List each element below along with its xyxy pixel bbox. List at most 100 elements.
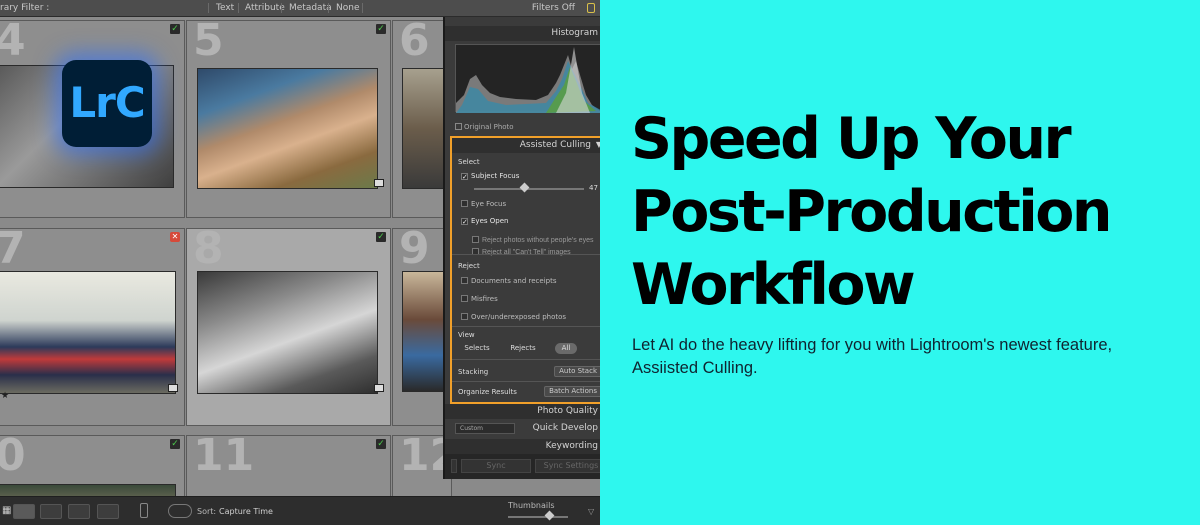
subject-focus-slider-track[interactable]: [474, 188, 584, 190]
people-view-button[interactable]: [97, 504, 119, 519]
checkbox-icon[interactable]: [461, 200, 468, 207]
sort-direction-icon[interactable]: [168, 504, 192, 518]
edit-badge-icon: [374, 384, 384, 392]
pick-flag-icon[interactable]: ✓: [170, 24, 180, 34]
pick-flag-icon[interactable]: ✓: [170, 439, 180, 449]
survey-view-button[interactable]: [68, 504, 90, 519]
filter-attribute-tab[interactable]: Attribute: [245, 3, 285, 13]
keywording-title: Keywording: [545, 441, 598, 451]
painter-icon[interactable]: [140, 503, 148, 518]
filter-none-tab[interactable]: None: [336, 3, 359, 13]
library-filter-label: rary Filter :: [0, 3, 50, 13]
stacking-label: Stacking: [458, 368, 489, 376]
checkbox-icon[interactable]: [461, 313, 468, 320]
subject-focus-label: Subject Focus: [471, 172, 520, 180]
view-all-button[interactable]: All: [555, 343, 577, 354]
headline-line-2: Post-Production: [631, 179, 1113, 245]
auto-stack-button[interactable]: Auto Stack: [554, 366, 600, 377]
collapse-arrow-icon[interactable]: ▼: [596, 140, 600, 149]
thumbnail-image[interactable]: [197, 68, 378, 189]
grid-cell[interactable]: 8 ✓: [186, 223, 391, 426]
grid-cell[interactable]: 0 ✓: [0, 430, 185, 514]
subtitle: Let AI do the heavy lifting for you with…: [632, 336, 1113, 377]
sync-bar: Sync Sync Settings: [445, 454, 600, 479]
sort-dropdown[interactable]: Capture Time: [219, 507, 273, 516]
pick-flag-icon[interactable]: ✓: [376, 439, 386, 449]
library-filter-bar: rary Filter : Text Attribute Metadata No…: [0, 0, 600, 17]
subject-focus-value[interactable]: 47: [589, 184, 598, 192]
reject-flag-icon[interactable]: ✕: [170, 232, 180, 242]
section-divider: [452, 359, 600, 360]
original-photo-label: Original Photo: [464, 123, 514, 131]
cell-number: 0: [0, 430, 26, 481]
view-selects-button[interactable]: Selects: [462, 343, 492, 354]
reject-section-label: Reject: [458, 262, 480, 270]
thumbnail-size-slider[interactable]: [508, 516, 568, 518]
filter-metadata-tab[interactable]: Metadata: [289, 3, 332, 13]
section-divider: [452, 381, 600, 382]
thumbnail-image[interactable]: [0, 271, 176, 394]
cell-number: 11: [193, 430, 255, 481]
compare-view-button[interactable]: [40, 504, 62, 519]
documents-label: Documents and receipts: [471, 277, 557, 285]
loupe-view-button[interactable]: [13, 504, 35, 519]
filter-text-tab[interactable]: Text: [216, 3, 234, 13]
bottom-toolbar: ▦ Sort: Capture Time Thumbnails ▽: [0, 496, 600, 525]
cell-number: 4: [0, 15, 26, 66]
sync-button[interactable]: Sync: [461, 459, 531, 473]
grid-cell[interactable]: 5 ✓: [186, 15, 391, 218]
subject-focus-option[interactable]: ✓ Subject Focus: [461, 172, 520, 181]
view-section-label: View: [458, 331, 475, 339]
edit-badge-icon: [168, 384, 178, 392]
eyes-open-option[interactable]: ✓ Eyes Open: [461, 217, 509, 226]
original-photo-toggle[interactable]: Original Photo: [455, 123, 514, 131]
thumbnail-slider-knob[interactable]: [544, 510, 555, 521]
thumbnail-image[interactable]: [197, 271, 378, 394]
documents-option[interactable]: Documents and receipts: [461, 277, 557, 285]
filters-off-dropdown[interactable]: Filters Off: [532, 3, 575, 13]
checkbox-icon[interactable]: [461, 295, 468, 302]
batch-actions-button[interactable]: Batch Actions: [544, 386, 600, 397]
photo-quality-header[interactable]: Photo Quality ◀: [445, 404, 600, 419]
checkbox-icon[interactable]: [461, 277, 468, 284]
eye-focus-option[interactable]: Eye Focus: [461, 200, 506, 208]
organize-results-label: Organize Results: [458, 388, 517, 396]
sync-settings-button[interactable]: Sync Settings: [535, 459, 600, 473]
filter-divider: [281, 3, 282, 13]
quick-develop-title: Quick Develop: [532, 423, 598, 433]
lightroom-screenshot: rary Filter : Text Attribute Metadata No…: [0, 0, 600, 525]
checkbox-checked-icon[interactable]: ✓: [461, 173, 468, 181]
lock-icon[interactable]: [587, 3, 595, 13]
quick-develop-header[interactable]: Quick Develop ◀: [513, 421, 600, 436]
reject-cant-tell-option[interactable]: Reject all "Can't Tell" images: [472, 241, 600, 264]
pick-flag-icon[interactable]: ✓: [376, 24, 386, 34]
misfires-option[interactable]: Misfires: [461, 295, 498, 303]
filter-divider: [208, 3, 209, 13]
histogram-header[interactable]: Histogram ▼: [445, 26, 600, 41]
eyes-open-label: Eyes Open: [471, 217, 509, 225]
checkbox-checked-icon[interactable]: ✓: [461, 218, 468, 226]
grid-view-icon[interactable]: ▦: [2, 505, 11, 516]
over-under-option[interactable]: Over/underexposed photos: [461, 313, 566, 321]
cell-number: 5: [193, 15, 224, 66]
checkbox-icon[interactable]: [455, 123, 462, 130]
lightroom-classic-logo: LrC: [62, 60, 152, 147]
custom-dropdown[interactable]: Custom: [455, 423, 515, 434]
assisted-culling-header[interactable]: Assisted Culling ▼: [452, 138, 600, 153]
select-section-label: Select: [458, 158, 480, 166]
keywording-header[interactable]: Keywording ◀: [445, 439, 600, 454]
subject-focus-slider-knob[interactable]: [519, 182, 530, 193]
thumbnails-label: Thumbnails: [508, 501, 555, 510]
sync-toggle[interactable]: [451, 459, 457, 473]
edit-badge-icon: [374, 179, 384, 187]
assisted-culling-panel: Assisted Culling ▼ Select ✓ Subject Focus…: [450, 136, 600, 404]
headline-line-3: Workflow: [631, 252, 916, 318]
pick-flag-icon[interactable]: ✓: [376, 232, 386, 242]
histogram-chart: [455, 44, 600, 113]
cell-number: 9: [399, 223, 430, 274]
grid-cell[interactable]: 7 ✕: [0, 223, 196, 426]
toolbar-menu-arrow-icon[interactable]: ▽: [588, 507, 594, 516]
grid-cell[interactable]: 11 ✓: [186, 430, 391, 505]
star-rating[interactable]: ★: [1, 391, 9, 401]
view-rejects-button[interactable]: Rejects: [508, 343, 538, 354]
